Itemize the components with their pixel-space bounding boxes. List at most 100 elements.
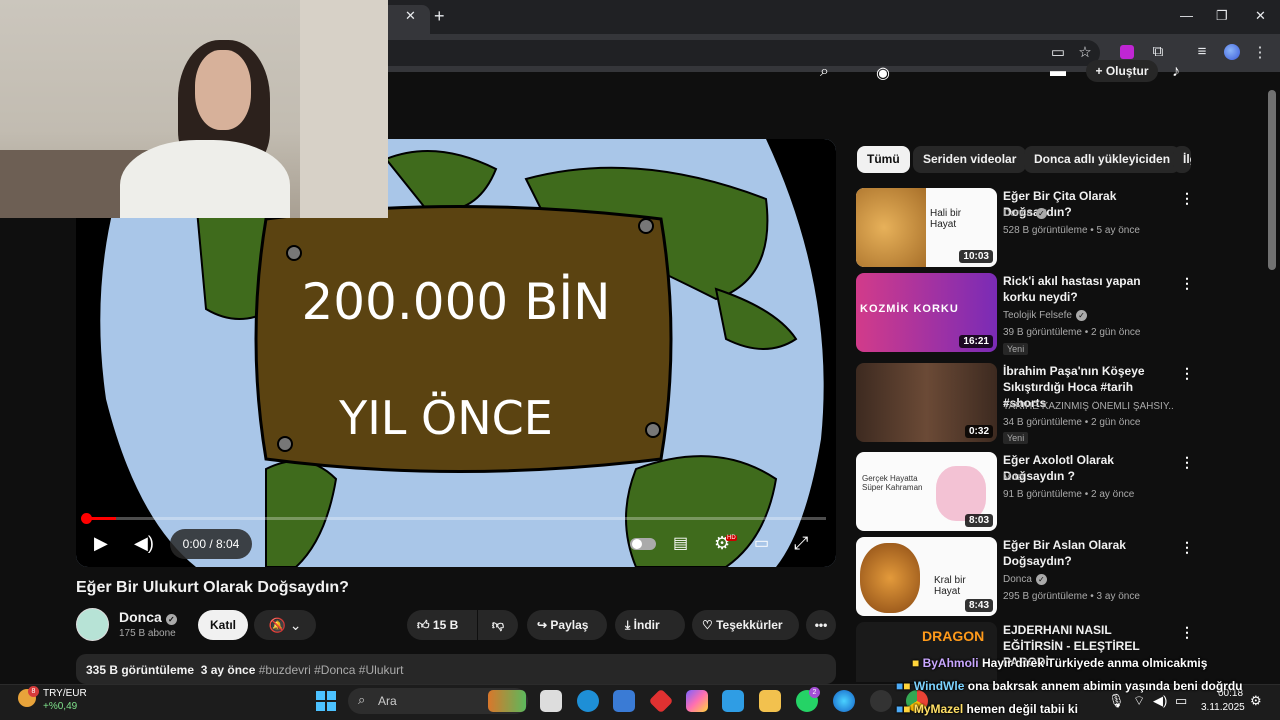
related-channel[interactable]: TARİHE KAZINMIŞ ÖNEMLİ ŞAHSİY...: [1003, 401, 1173, 412]
related-meta: 34 B görüntüleme • 2 gün önce: [1003, 417, 1141, 428]
progress-scrubber[interactable]: [81, 513, 92, 524]
notification-icon[interactable]: ⚙: [1250, 693, 1262, 709]
channel-name[interactable]: Donca ✓: [119, 609, 177, 625]
mic-icon[interactable]: ◉: [876, 63, 890, 83]
cast-icon[interactable]: ▭: [1048, 43, 1068, 61]
more-actions-button[interactable]: •••: [806, 610, 836, 640]
theater-icon[interactable]: ▭: [754, 533, 769, 553]
related-channel-text[interactable]: Donca: [1003, 574, 1032, 585]
task-view-icon[interactable]: [540, 690, 562, 712]
thanks-label: Teşekkürler: [716, 618, 783, 632]
more-options-icon[interactable]: ⋮: [1180, 454, 1194, 471]
fullscreen-icon[interactable]: ⤢: [794, 533, 808, 554]
channel-name-text[interactable]: Donca: [119, 609, 162, 625]
edge-icon[interactable]: [833, 690, 855, 712]
create-button[interactable]: + Oluştur: [1086, 60, 1158, 82]
related-title[interactable]: Rick'i akıl hastası yapan korku neydi?: [1003, 273, 1173, 305]
wifi-icon[interactable]: ⌔: [1133, 693, 1145, 709]
bell-icon[interactable]: ♪: [1172, 63, 1180, 81]
media-control-icon[interactable]: ≡: [1192, 43, 1212, 60]
more-options-icon[interactable]: ⋮: [1180, 539, 1194, 556]
share-button[interactable]: ↪ Paylaş: [527, 610, 607, 640]
search-icon: ⌕: [358, 692, 366, 707]
related-video[interactable]: Hali bir Hayat 10:03 Eğer Bir Çita Olara…: [856, 188, 1194, 268]
chip-related[interactable]: İlg: [1173, 146, 1191, 173]
join-button[interactable]: Katıl: [198, 610, 248, 640]
like-button[interactable]: 👍︎ 15 B: [407, 610, 477, 640]
thanks-button[interactable]: ♡ Teşekkürler: [692, 610, 799, 640]
extensions-icon[interactable]: ⧉: [1148, 43, 1168, 60]
obs-icon[interactable]: [870, 690, 892, 712]
related-video[interactable]: DRAGON EJDERHANI NASIL EĞİTİRSİN - ELEŞT…: [856, 622, 1192, 682]
maximize-button[interactable]: ❐: [1216, 8, 1228, 24]
star-icon[interactable]: ☆: [1075, 43, 1095, 61]
windows-icon[interactable]: [316, 691, 336, 711]
copilot-icon[interactable]: [686, 690, 708, 712]
photos-icon[interactable]: [722, 690, 744, 712]
battery-icon[interactable]: ▭: [1175, 693, 1187, 709]
search-highlight-icon: [488, 690, 526, 712]
thumbnail[interactable]: KOZMİK KORKU 16:21: [856, 273, 997, 352]
more-options-icon[interactable]: ⋮: [1180, 624, 1192, 641]
verified-icon: ✓: [1035, 574, 1047, 585]
speaker-icon[interactable]: ◀): [1153, 693, 1167, 709]
page-scrollbar[interactable]: [1268, 90, 1276, 270]
related-channel[interactable]: Teolojik Felsefe ✓: [1003, 310, 1087, 321]
download-button[interactable]: ⤓ İndir: [615, 610, 685, 640]
thumbnail[interactable]: Gerçek Hayatta Süper Kahraman 8:03: [856, 452, 997, 531]
progress-bar[interactable]: [86, 517, 826, 520]
chat-message: ■■ WindWle ona bakrsak annem abimin yaşı…: [896, 679, 1242, 693]
search-icon[interactable]: ⌕: [820, 63, 829, 81]
channel-avatar[interactable]: [76, 608, 109, 641]
thumb-text: Hali bir Hayat: [930, 208, 962, 230]
thumbnail[interactable]: DRAGON: [856, 622, 997, 682]
new-tab-button[interactable]: +: [434, 6, 445, 27]
hashtags[interactable]: #buzdevri #Donca #Ulukurt: [259, 663, 404, 677]
thumbnail[interactable]: 0:32: [856, 363, 997, 442]
chip-series[interactable]: Seriden videolar: [913, 146, 1027, 173]
autoplay-toggle[interactable]: [630, 538, 656, 550]
extension-icon[interactable]: [1120, 45, 1134, 59]
volume-icon[interactable]: ◀): [134, 533, 154, 554]
related-video[interactable]: Kral bir Hayat 8:43 Eğer Bir Aslan Olara…: [856, 537, 1194, 617]
subscription-bell-button[interactable]: 🔕 ⌄: [254, 610, 316, 640]
mic-icon[interactable]: 🎙︎: [1108, 693, 1125, 709]
related-video[interactable]: Gerçek Hayatta Süper Kahraman 8:03 Eğer …: [856, 452, 1194, 532]
chip-uploader[interactable]: Donca adlı yükleyiciden: [1024, 146, 1181, 173]
address-bar[interactable]: [300, 40, 1100, 66]
related-channel[interactable]: Donca ✓: [1003, 574, 1047, 585]
store-icon[interactable]: [613, 690, 635, 712]
related-channel[interactable]: Mozi: [1003, 472, 1024, 483]
subtitles-icon[interactable]: ▤: [673, 533, 688, 553]
chat-icon[interactable]: ▬: [1050, 63, 1066, 81]
tab-close-icon[interactable]: ✕: [405, 8, 416, 24]
help-icon[interactable]: [577, 690, 599, 712]
more-options-icon[interactable]: ⋮: [1180, 275, 1194, 292]
related-channel-text[interactable]: Teolojik Felsefe: [1003, 310, 1072, 321]
thumbnail[interactable]: Hali bir Hayat 10:03: [856, 188, 997, 267]
file-explorer-icon[interactable]: [759, 690, 781, 712]
duration: 16:21: [959, 335, 993, 348]
close-window-button[interactable]: ✕: [1255, 8, 1266, 24]
chip-all[interactable]: Tümü: [857, 146, 910, 173]
profile-avatar[interactable]: [1224, 44, 1240, 60]
related-video[interactable]: KOZMİK KORKU 16:21 Rick'i akıl hastası y…: [856, 273, 1194, 355]
description-box[interactable]: 335 B görüntüleme 3 ay önce #buzdevri #D…: [76, 654, 836, 684]
play-icon[interactable]: ▶: [94, 533, 108, 554]
related-title[interactable]: Eğer Axolotl Olarak Doğsaydın ?: [1003, 452, 1173, 484]
hd-badge: HD: [726, 535, 737, 541]
minimize-button[interactable]: —: [1180, 8, 1193, 23]
time-display: 0:00 / 8:04: [170, 529, 252, 559]
related-title[interactable]: Eğer Bir Aslan Olarak Doğsaydın?: [1003, 537, 1173, 569]
related-channel-text[interactable]: Donca: [1003, 208, 1032, 219]
more-options-icon[interactable]: ⋮: [1180, 190, 1194, 207]
related-channel[interactable]: Donca ✓: [1003, 208, 1047, 219]
related-video[interactable]: 0:32 İbrahim Paşa'nın Köşeye Sıkıştırdığ…: [856, 363, 1194, 444]
chat-badge-icon: ■: [903, 679, 911, 693]
clock-date[interactable]: 3.11.2025: [1201, 702, 1245, 713]
menu-icon[interactable]: ⋮: [1250, 43, 1270, 61]
thumbnail[interactable]: Kral bir Hayat 8:43: [856, 537, 997, 616]
ticker-name[interactable]: TRY/EUR: [43, 688, 87, 699]
dislike-button[interactable]: 👎︎: [478, 610, 518, 640]
more-options-icon[interactable]: ⋮: [1180, 365, 1194, 382]
